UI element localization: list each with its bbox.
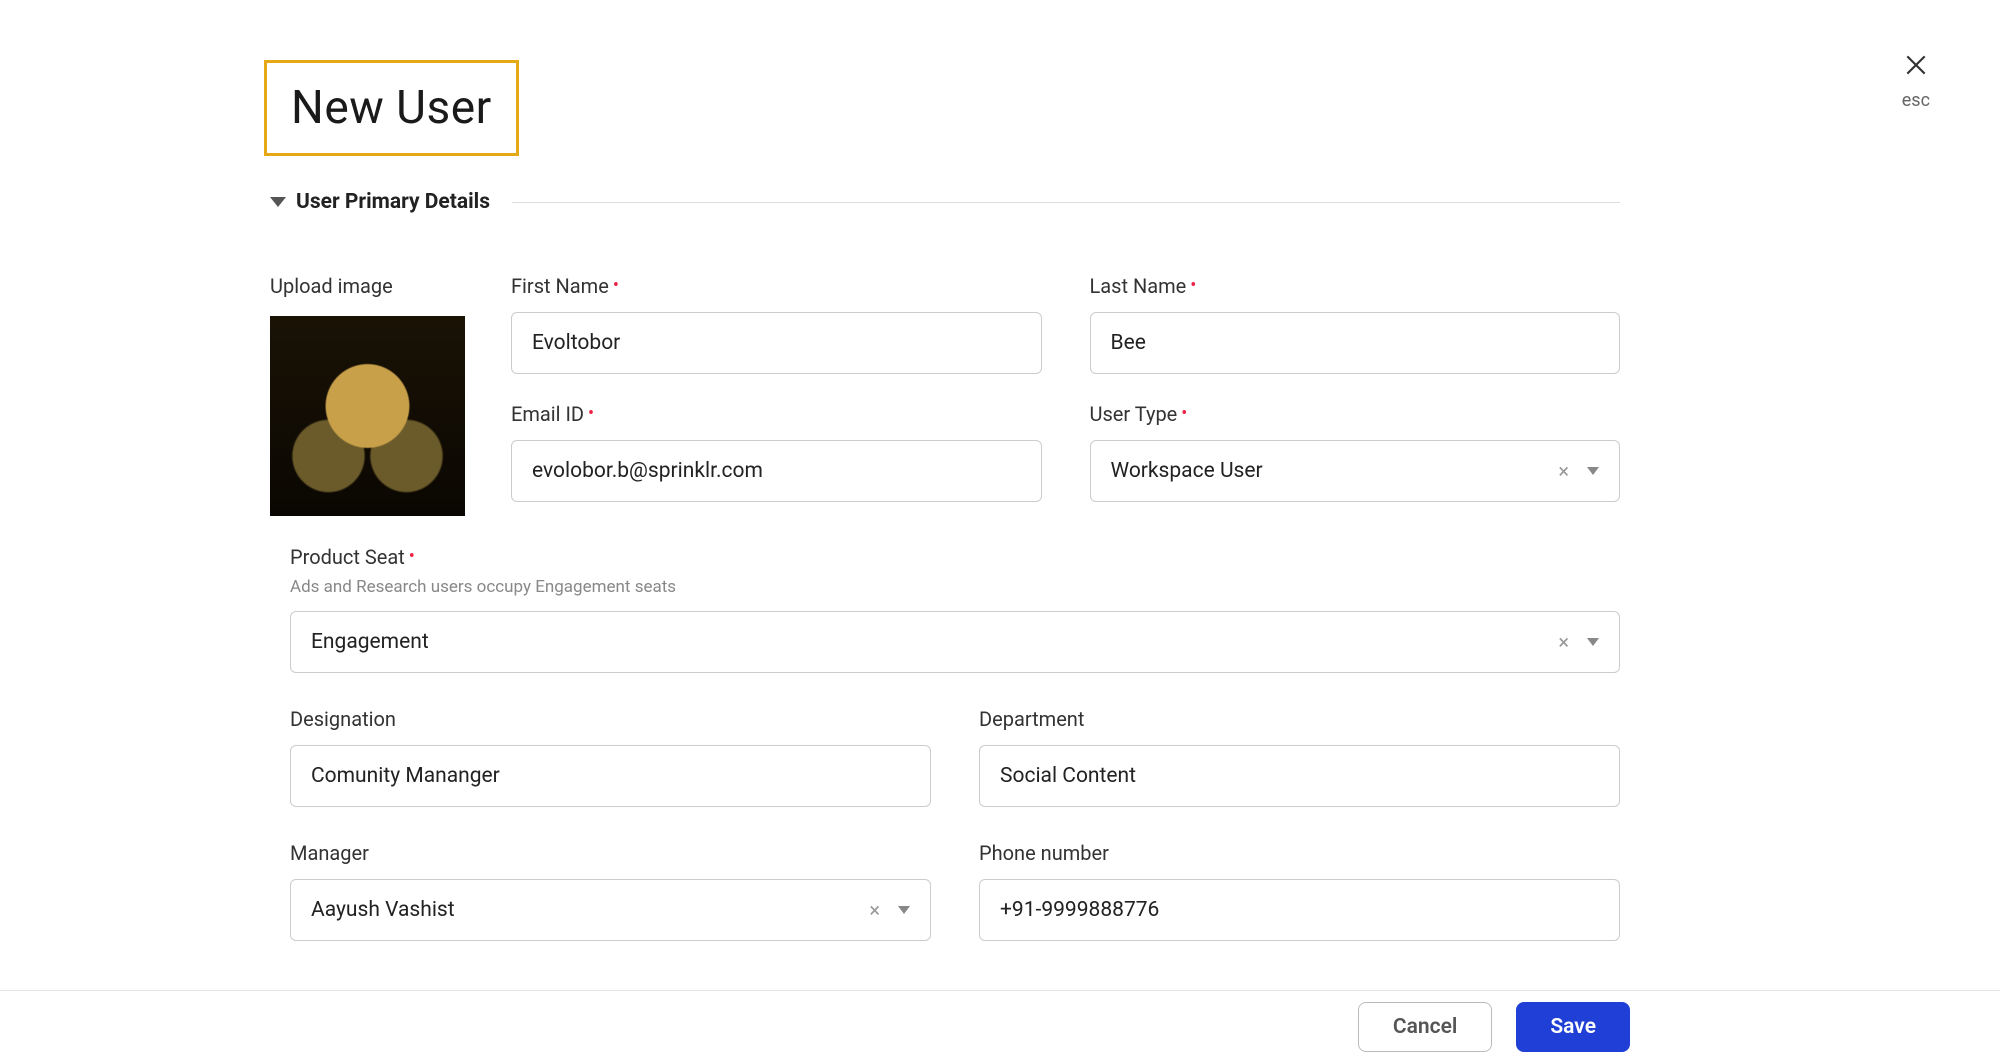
last-name-label: Last Name• [1090, 274, 1621, 298]
section-header[interactable]: User Primary Details [270, 190, 1620, 214]
email-value: evolobor.b@sprinklr.com [532, 459, 763, 483]
last-name-input[interactable]: Bee [1090, 312, 1621, 374]
user-type-field-wrap: User Type• Workspace User × [1090, 402, 1621, 502]
section-divider [512, 202, 1620, 203]
email-usertype-row: Email ID• evolobor.b@sprinklr.com User T… [511, 402, 1620, 502]
chevron-down-icon[interactable] [898, 906, 910, 914]
section-title: User Primary Details [296, 190, 490, 214]
first-name-value: Evoltobor [532, 331, 620, 355]
required-dot-icon: • [613, 275, 619, 296]
page-title: New User [291, 81, 492, 135]
phone-field-wrap: Phone number +91-9999888776 [979, 841, 1620, 941]
select-controls: × [869, 900, 910, 920]
designation-label: Designation [290, 707, 931, 731]
product-seat-label-text: Product Seat [290, 545, 405, 569]
new-user-modal: New User esc User Primary Details Upload… [0, 0, 2000, 1062]
department-label: Department [979, 707, 1620, 731]
product-seat-field-wrap: Product Seat• Ads and Research users occ… [290, 545, 1620, 673]
close-label: esc [1902, 90, 1930, 111]
clear-icon[interactable]: × [1558, 632, 1569, 652]
required-dot-icon: • [588, 403, 594, 424]
first-name-input[interactable]: Evoltobor [511, 312, 1042, 374]
manager-label: Manager [290, 841, 931, 865]
department-value: Social Content [1000, 764, 1136, 788]
required-dot-icon: • [1181, 403, 1187, 424]
upload-image-label: Upload image [270, 274, 465, 298]
user-type-label: User Type• [1090, 402, 1621, 426]
close-icon[interactable] [1903, 52, 1929, 84]
page-title-highlight: New User [264, 60, 519, 156]
phone-value: +91-9999888776 [1000, 898, 1159, 922]
user-type-select[interactable]: Workspace User × [1090, 440, 1621, 502]
user-type-value: Workspace User [1111, 459, 1263, 483]
manager-phone-row: Manager Aayush Vashist × Phone number +9… [290, 841, 1620, 941]
first-name-label-text: First Name [511, 274, 609, 298]
required-dot-icon: • [1190, 275, 1196, 296]
avatar-upload[interactable] [270, 316, 465, 516]
email-label-text: Email ID [511, 402, 584, 426]
cancel-button[interactable]: Cancel [1358, 1002, 1492, 1052]
full-width-fields: Product Seat• Ads and Research users occ… [290, 545, 1620, 941]
select-controls: × [1558, 461, 1599, 481]
form-grid-top: Upload image First Name• Evoltobor Last … [270, 274, 1620, 516]
select-controls: × [1558, 632, 1599, 652]
manager-select[interactable]: Aayush Vashist × [290, 879, 931, 941]
required-dot-icon: • [409, 546, 415, 567]
email-field[interactable]: evolobor.b@sprinklr.com [511, 440, 1042, 502]
manager-value: Aayush Vashist [311, 898, 455, 922]
product-seat-select[interactable]: Engagement × [290, 611, 1620, 673]
manager-field-wrap: Manager Aayush Vashist × [290, 841, 931, 941]
department-field-wrap: Department Social Content [979, 707, 1620, 807]
user-primary-details-section: User Primary Details Upload image First … [270, 190, 1620, 516]
designation-input[interactable]: Comunity Mananger [290, 745, 931, 807]
email-label: Email ID• [511, 402, 1042, 426]
product-seat-label: Product Seat• [290, 545, 1620, 569]
department-input[interactable]: Social Content [979, 745, 1620, 807]
designation-field-wrap: Designation Comunity Mananger [290, 707, 931, 807]
modal-footer: Cancel Save [0, 990, 2000, 1062]
last-name-value: Bee [1111, 331, 1146, 355]
last-name-label-text: Last Name [1090, 274, 1187, 298]
phone-input[interactable]: +91-9999888776 [979, 879, 1620, 941]
designation-department-row: Designation Comunity Mananger Department… [290, 707, 1620, 807]
clear-icon[interactable]: × [869, 900, 880, 920]
chevron-down-icon[interactable] [1587, 467, 1599, 475]
top-fields: First Name• Evoltobor Last Name• Bee Ema… [511, 274, 1620, 516]
first-name-label: First Name• [511, 274, 1042, 298]
save-button[interactable]: Save [1516, 1002, 1630, 1052]
modal-header: New User [264, 60, 1920, 156]
user-type-label-text: User Type [1090, 402, 1178, 426]
last-name-field: Last Name• Bee [1090, 274, 1621, 374]
clear-icon[interactable]: × [1558, 461, 1569, 481]
upload-image-column: Upload image [270, 274, 465, 516]
email-field-wrap: Email ID• evolobor.b@sprinklr.com [511, 402, 1042, 502]
product-seat-value: Engagement [311, 630, 429, 654]
phone-label: Phone number [979, 841, 1620, 865]
product-seat-hint: Ads and Research users occupy Engagement… [290, 577, 1620, 597]
chevron-down-icon[interactable] [1587, 638, 1599, 646]
designation-value: Comunity Mananger [311, 764, 500, 788]
first-name-field: First Name• Evoltobor [511, 274, 1042, 374]
caret-down-icon [270, 197, 286, 207]
name-row: First Name• Evoltobor Last Name• Bee [511, 274, 1620, 374]
close-area: esc [1902, 52, 1930, 111]
